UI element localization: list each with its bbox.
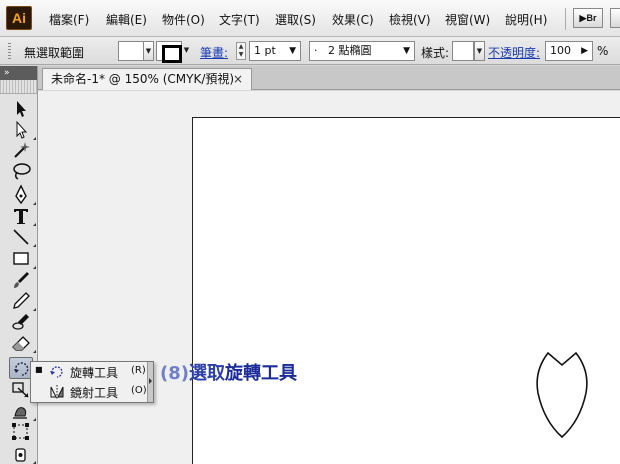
menu-file[interactable]: 檔案(F) [49,11,89,28]
menu-help[interactable]: 說明(H) [505,11,547,28]
flyout-indicator [33,266,36,269]
paintbrush-tool[interactable] [9,269,33,291]
rectangle-icon [13,252,29,265]
magic-wand-icon [14,142,30,158]
flyout-indicator [33,223,36,226]
annotation-verb: 選取 [188,363,225,384]
flyout-item-shortcut: (R) [131,365,146,376]
type-T-icon [14,209,28,224]
stroke-swatch[interactable] [156,41,182,63]
toolbox-expand-button[interactable]: » [0,66,37,80]
stroke-panel-link[interactable]: 筆畫: [200,44,228,61]
flyout-indicator [33,308,36,311]
menu-view[interactable]: 檢視(V) [389,11,431,28]
brush-definition-field[interactable]: · 2 點橢圓 ▼ [309,41,415,61]
opacity-panel-link[interactable]: 不透明度: [488,44,540,61]
lasso-icon [13,163,31,180]
drawn-shape[interactable] [534,351,590,441]
flyout-item-label: 旋轉工具 [70,366,119,380]
lasso-tool[interactable] [9,160,33,182]
menu-window[interactable]: 視窗(W) [445,11,490,28]
flyout-item-reflect[interactable]: 鏡射工具 (O) [31,382,149,402]
bridge-button[interactable]: ▶Br [573,8,603,28]
rotate-tool-flyout: ■ 旋轉工具 (R) 鏡射工具 (O) [30,361,154,403]
eraser-tool[interactable] [9,332,36,354]
warp-tool[interactable] [9,400,36,422]
pen-nib-icon [15,184,27,205]
annotation-step-number: (8) [160,363,189,384]
tearoff-handle[interactable] [147,362,153,402]
line-segment-tool[interactable] [9,226,36,248]
direct-selection-icon [16,120,28,139]
menu-effect[interactable]: 效果(C) [332,11,374,28]
stroke-weight-stepper[interactable]: ▲ ▼ [236,42,246,60]
rotate-icon [50,366,63,378]
opacity-field[interactable]: 100 ▶ [545,41,593,61]
eraser-icon [12,336,30,351]
flyout-indicator [33,137,36,140]
style-label: 樣式: [421,46,450,60]
menu-edit[interactable]: 編輯(E) [106,11,147,28]
stroke-dropdown[interactable]: ▼ [181,41,192,61]
menu-bar: Ai 檔案(F) 編輯(E) 物件(O) 文字(T) 選取(S) 效果(C) 檢… [0,0,620,37]
rectangle-tool[interactable] [9,248,36,270]
annotation-target: 旋轉工具 [224,363,297,384]
pen-tool[interactable] [9,184,36,206]
graphic-style-dropdown[interactable]: ▼ [474,41,485,61]
toolbox-grip[interactable] [0,80,37,94]
graphic-style-swatch[interactable] [452,41,474,61]
app-logo: Ai [6,6,32,30]
opacity-unit: % [597,44,609,58]
menu-object[interactable]: 物件(O) [162,11,205,28]
free-transform-tool[interactable] [9,421,33,443]
control-panel: 無選取範圍 ▼ ▼ 筆畫: ▲ ▼ 1 pt ▼ · 2 點橢圓 ▼ 樣式: ▼ 不透… [0,37,620,65]
line-icon [13,229,29,245]
stroke-weight-field[interactable]: 1 pt ▼ [249,41,301,61]
tutorial-annotation: (8)選取旋轉工具 [160,359,297,385]
magic-wand-tool[interactable] [9,139,33,161]
panel-grip[interactable] [8,43,11,59]
document-tab-strip: 未命名-1* @ 150% (CMYK/預視) × [38,66,620,90]
close-icon[interactable]: × [233,69,243,89]
warp-icon [13,407,27,419]
symbol-sprayer-icon [15,448,26,462]
flyout-indicator [33,244,36,247]
toolbox: » [0,66,38,464]
document-tab-title: 未命名-1* @ 150% (CMYK/預視) [51,72,235,86]
document-tab[interactable]: 未命名-1* @ 150% (CMYK/預視) × [42,68,252,90]
menu-type[interactable]: 文字(T) [219,11,260,28]
flyout-indicator [33,350,36,353]
selection-tool[interactable] [9,98,33,120]
menu-separator [565,8,566,30]
selection-arrow-icon [17,101,26,117]
flyout-indicator [33,418,36,421]
blob-brush-tool[interactable] [9,311,33,333]
type-tool[interactable] [9,205,36,227]
flyout-item-label: 鏡射工具 [70,386,119,400]
menu-select[interactable]: 選取(S) [275,11,316,28]
flyout-item-shortcut: (O) [131,385,147,396]
direct-selection-tool[interactable] [9,119,36,141]
paintbrush-icon [14,272,29,288]
canvas-workspace[interactable] [38,91,620,464]
symbol-sprayer-tool[interactable] [9,443,36,464]
fill-swatch[interactable] [118,41,144,61]
pencil-tool[interactable] [9,290,36,312]
flyout-item-rotate[interactable]: ■ 旋轉工具 (R) [31,362,149,382]
flyout-indicator [33,202,36,205]
arrange-documents-button[interactable] [610,8,620,28]
free-transform-icon [12,423,29,440]
blob-brush-icon [12,314,29,330]
pencil-icon [13,292,30,309]
selected-bullet: ■ [35,365,43,374]
fill-dropdown[interactable]: ▼ [143,41,154,61]
selection-status: 無選取範圍 [24,46,85,60]
reflect-icon [50,385,64,399]
